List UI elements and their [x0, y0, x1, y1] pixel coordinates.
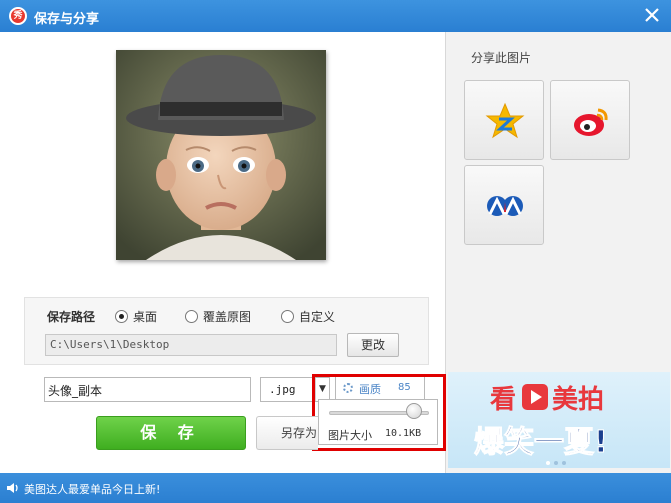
save-button[interactable]: 保 存 [96, 416, 246, 450]
radio-overwrite-label: 覆盖原图 [203, 310, 252, 324]
window-title: 保存与分享 [34, 12, 100, 27]
highlight-frame [312, 374, 446, 451]
change-path-button[interactable]: 更改 [347, 333, 399, 357]
save-as-button[interactable]: 另存为 [256, 416, 318, 450]
photo-preview [116, 50, 326, 260]
radio-dot[interactable] [281, 310, 294, 323]
speaker-icon [7, 483, 18, 493]
share-renren-button[interactable] [464, 165, 544, 245]
save-path-panel: 保存路径 桌面 覆盖原图 自定义 C:\Users\1\Desktop 更改 [24, 297, 429, 365]
radio-desktop[interactable]: 桌面 [115, 308, 157, 325]
radio-dot[interactable] [185, 310, 198, 323]
ad-text-slogan: 爆笑一夏! [474, 425, 608, 460]
qzone-star-icon [485, 102, 525, 139]
radio-custom[interactable]: 自定义 [281, 308, 335, 325]
save-path-label: 保存路径 [47, 310, 96, 324]
ad-text-kan: 看 [490, 385, 516, 415]
app-logo: 秀 [9, 7, 27, 25]
share-weibo-button[interactable] [550, 80, 630, 160]
weibo-icon [574, 108, 608, 136]
status-text[interactable]: 美图达人最爱单品今日上新! [24, 481, 160, 497]
close-icon[interactable] [643, 6, 661, 24]
radio-desktop-label: 桌面 [133, 310, 158, 324]
meipai-ad-banner[interactable]: 看 美拍 爆笑一夏! [448, 372, 670, 468]
radio-dot-selected[interactable] [115, 310, 128, 323]
radio-custom-label: 自定义 [299, 310, 336, 324]
share-title: 分享此图片 [471, 51, 532, 65]
status-bar: 美图达人最爱单品今日上新! [0, 473, 671, 503]
format-value: .jpg [269, 383, 296, 396]
ad-text-meipai: 美拍 [552, 384, 604, 415]
file-name-input[interactable]: 头像_副本 [44, 377, 251, 402]
path-field[interactable]: C:\Users\1\Desktop [45, 334, 337, 356]
title-bar: 秀 保存与分享 [0, 0, 671, 32]
radio-overwrite[interactable]: 覆盖原图 [185, 308, 251, 325]
share-qzone-button[interactable] [464, 80, 544, 160]
renren-icon [487, 196, 523, 216]
